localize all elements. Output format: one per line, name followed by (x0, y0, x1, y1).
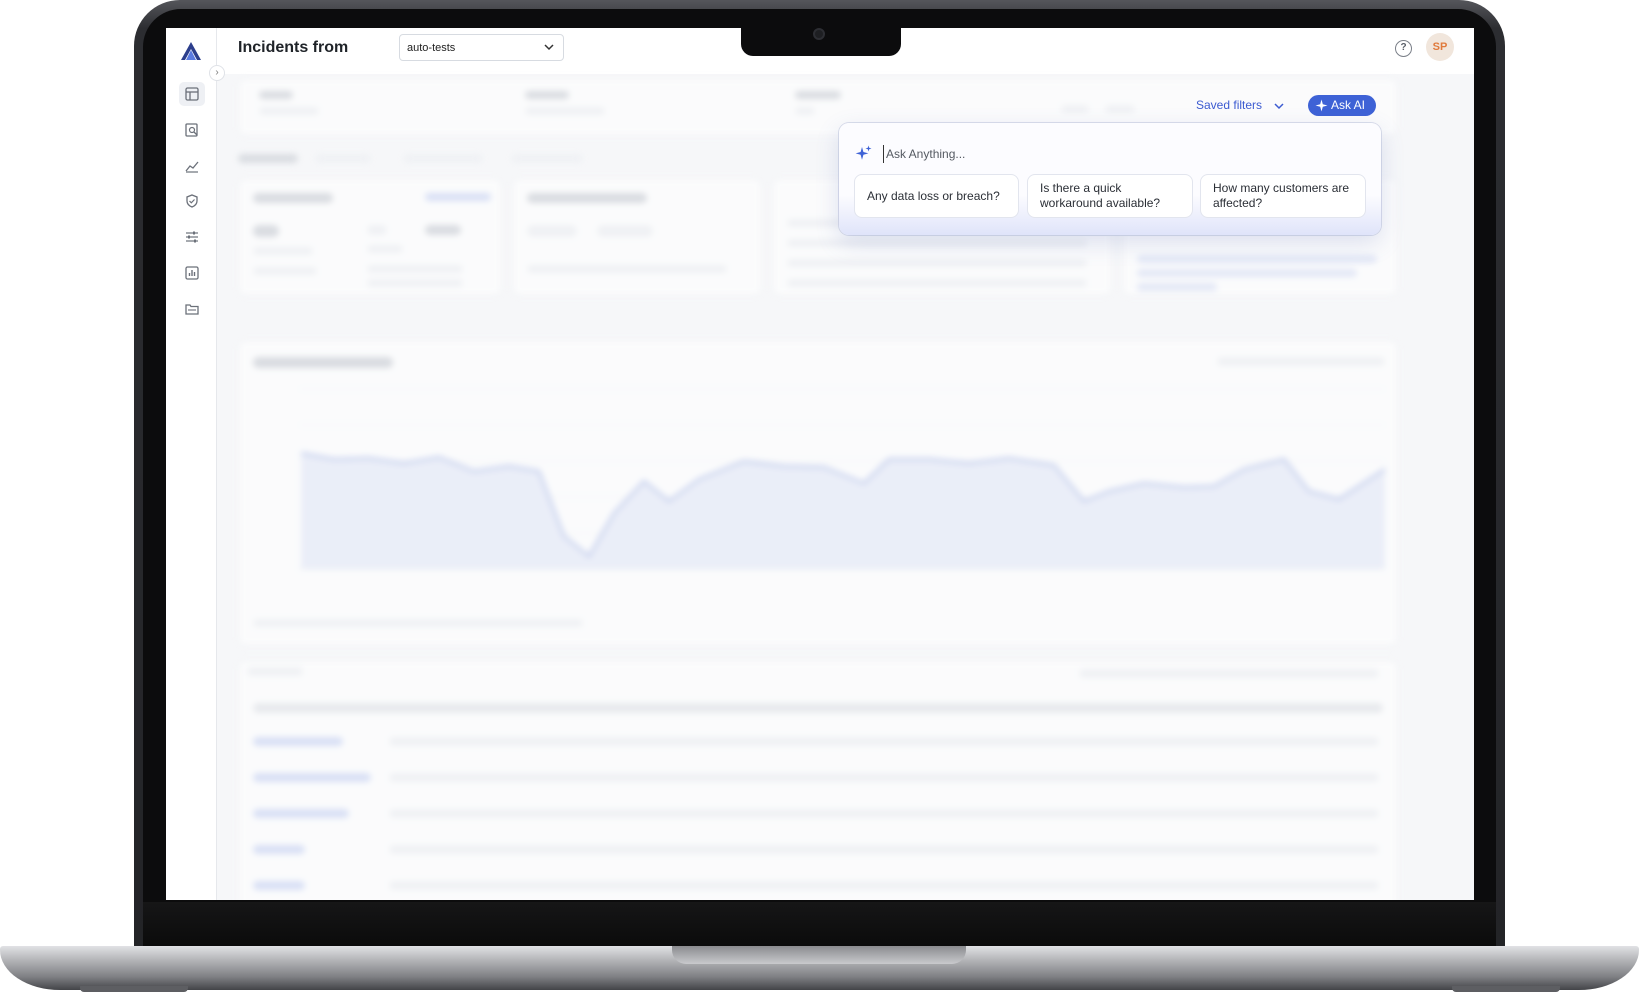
workspace-select[interactable]: auto-tests (399, 34, 564, 61)
sidebar-item-catalog[interactable] (179, 297, 205, 321)
laptop-foot-right (1452, 986, 1560, 992)
mean-time-card (512, 178, 762, 296)
laptop-hinge-groove (672, 946, 966, 964)
saved-filters-button[interactable]: Saved filters (1196, 98, 1262, 112)
ask-ai-label: Ask AI (1331, 98, 1366, 112)
ask-ai-button[interactable]: Ask AI (1308, 95, 1376, 116)
incidents-table (238, 660, 1398, 900)
suggestion-chip[interactable]: Any data loss or breach? (854, 174, 1019, 218)
shield-check-icon (186, 194, 198, 208)
laptop-screen: › Incidents from auto-tests ? SP Saved f… (166, 28, 1474, 900)
incidents-chart (299, 388, 1386, 570)
suggestion-chip[interactable]: Is there a quick workaround available? (1027, 174, 1193, 218)
sliders-icon (186, 231, 198, 243)
user-avatar[interactable]: SP (1426, 33, 1454, 61)
sidebar-item-security[interactable] (179, 189, 205, 213)
chevron-down-icon (544, 44, 554, 51)
sidebar-item-dashboard[interactable] (179, 82, 205, 106)
sidebar-item-reports[interactable] (179, 261, 205, 285)
sidebar-item-analytics[interactable] (179, 154, 205, 178)
sidebar (166, 28, 217, 900)
chart-card (238, 340, 1398, 646)
laptop-chin (143, 902, 1496, 950)
sidebar-expand-button[interactable]: › (209, 65, 225, 81)
dashboard-icon (185, 87, 199, 101)
app-window: › Incidents from auto-tests ? SP Saved f… (166, 28, 1474, 900)
page-title: Incidents from (238, 39, 349, 56)
suggestion-chip[interactable]: How many customers are affected? (1200, 174, 1366, 218)
workspace-select-value: auto-tests (407, 42, 456, 54)
sparkle-icon (1315, 99, 1328, 112)
total-incidents-card (238, 178, 502, 296)
logo-icon (181, 42, 201, 60)
help-icon[interactable]: ? (1395, 40, 1412, 57)
ask-ai-panel: Any data loss or breach? Is there a quic… (839, 123, 1381, 235)
sparkle-icon (855, 145, 872, 160)
ask-ai-input[interactable] (883, 145, 1353, 163)
laptop-foot-left (80, 986, 188, 992)
sidebar-item-investigate[interactable] (179, 118, 205, 142)
report-icon (185, 266, 199, 280)
chevron-down-icon[interactable] (1273, 100, 1285, 112)
search-document-icon (185, 123, 198, 137)
folder-icon (185, 304, 199, 315)
camera-icon (813, 28, 825, 40)
analytics-icon (185, 161, 199, 173)
sidebar-item-settings[interactable] (179, 225, 205, 249)
